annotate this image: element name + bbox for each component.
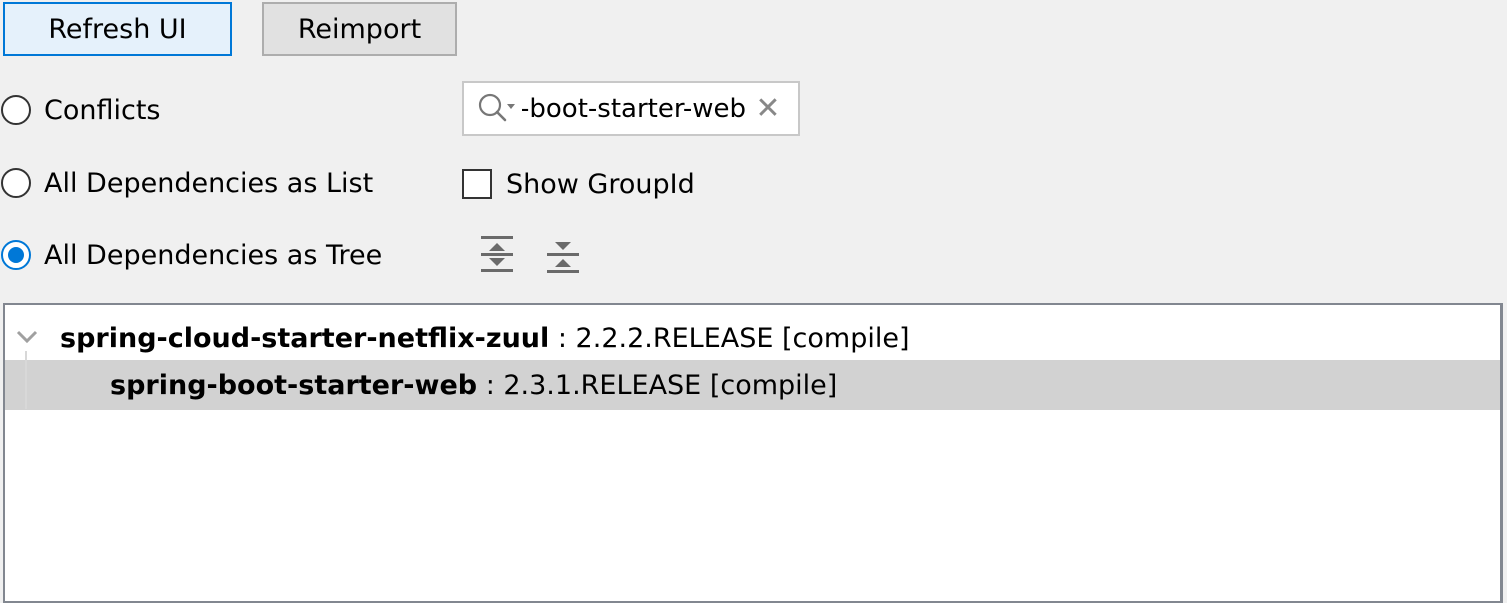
reimport-button[interactable]: Reimport (262, 2, 457, 56)
tree-node-root[interactable]: spring-cloud-starter-netflix-zuul : 2.2.… (5, 313, 1500, 363)
radio-conflicts[interactable]: Conflicts (1, 90, 161, 130)
radio-conflicts-indicator[interactable] (1, 95, 31, 125)
tree-node-child[interactable]: spring-boot-starter-web : 2.3.1.RELEASE … (5, 360, 1500, 410)
tree-node-root-details: : 2.2.2.RELEASE [compile] (549, 322, 910, 354)
search-icon[interactable] (472, 83, 522, 134)
collapse-all-icon[interactable] (545, 234, 581, 274)
tree-guide-line (25, 351, 27, 409)
refresh-ui-label: Refresh UI (48, 13, 187, 45)
radio-all-dependencies-tree[interactable]: All Dependencies as Tree (1, 235, 382, 275)
refresh-ui-button[interactable]: Refresh UI (3, 2, 232, 56)
dependency-tree[interactable]: spring-cloud-starter-netflix-zuul : 2.2.… (3, 303, 1503, 603)
close-icon[interactable]: ✕ (746, 83, 790, 134)
radio-conflicts-label: Conflicts (44, 94, 161, 126)
chevron-down-icon[interactable] (15, 327, 39, 347)
radio-list-label: All Dependencies as List (44, 167, 374, 199)
tree-node-root-artifact: spring-cloud-starter-netflix-zuul (60, 322, 550, 354)
radio-tree-label: All Dependencies as Tree (44, 239, 383, 271)
show-groupid-checkbox[interactable]: Show GroupId (462, 164, 695, 204)
show-groupid-label: Show GroupId (506, 168, 695, 200)
expand-all-icon[interactable] (479, 234, 515, 274)
search-value[interactable]: spring-boot-starter-web (522, 94, 746, 124)
tree-node-child-artifact: spring-boot-starter-web (110, 369, 478, 401)
radio-tree-indicator[interactable] (1, 240, 31, 270)
radio-list-indicator[interactable] (1, 168, 31, 198)
show-groupid-box[interactable] (462, 169, 492, 199)
search-input[interactable]: spring-boot-starter-web ✕ (462, 81, 800, 136)
tree-node-child-details: : 2.3.1.RELEASE [compile] (477, 369, 838, 401)
reimport-label: Reimport (297, 13, 422, 45)
radio-all-dependencies-list[interactable]: All Dependencies as List (1, 163, 373, 203)
